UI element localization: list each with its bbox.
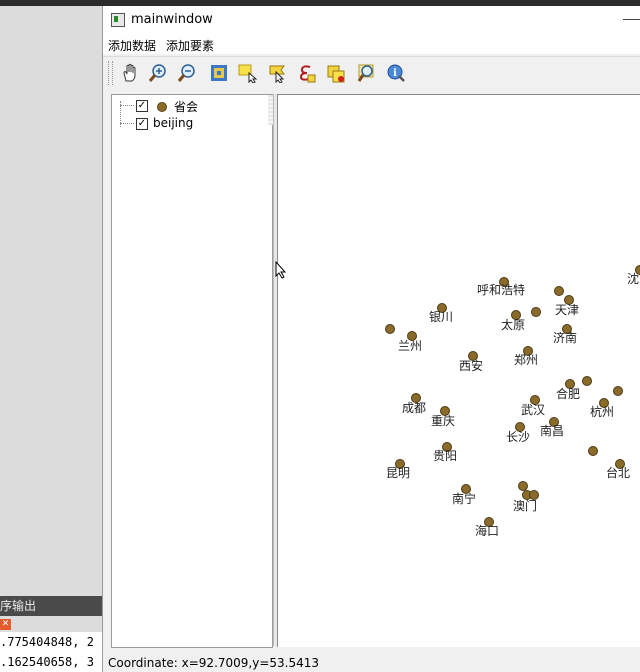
map-canvas[interactable]: 沈呼和浩特天津银川太原济南兰州郑州 西安合肥成都 武汉 杭州重庆南昌 长沙贵阳台北 昆明南… [277,94,640,647]
city-label: 济南 [553,331,578,345]
city-label: 沈 [627,272,640,286]
layer-tree-panel: ✓ 省会 ✓ beijing [111,94,278,648]
city-point[interactable] [385,324,395,334]
city-point[interactable] [613,386,623,396]
menu-add-feature[interactable]: 添加要素 [166,37,214,54]
city-label: 昆明 [386,466,411,480]
window-title: mainwindow [131,12,213,27]
city-label: 贵阳 [433,449,458,463]
city-label: 合肥 [556,387,581,401]
layer-visibility-checkbox[interactable]: ✓ [136,118,148,130]
city-label: 杭州 [590,405,615,419]
output-line: .162540658, 3 [0,655,94,669]
close-icon[interactable]: ✕ [0,619,11,630]
title-bar[interactable]: mainwindow [103,6,640,34]
select-icon[interactable] [236,61,260,85]
city-label: 重庆 [431,414,456,428]
layer-label: 省会 [174,100,199,114]
city-label: 南昌 [540,424,565,438]
city-label: 呼和浩特 [477,283,526,297]
city-label: 长沙 [506,430,531,444]
pan-icon[interactable] [118,61,142,85]
output-panel: .775404848, 2 .162540658, 3 [0,632,104,672]
city-label: 太原 [501,318,526,332]
city-label: 澳门 [513,499,538,513]
city-point[interactable] [588,446,598,456]
point-symbol-icon [157,102,167,112]
city-label: 海口 [475,524,500,538]
zoom-in-icon[interactable] [146,61,170,85]
city-label: 郑州 [514,353,539,367]
coordinate-readout: Coordinate: x=92.7009,y=53.5413 [108,656,320,670]
edit-vertex-icon[interactable] [294,61,318,85]
city-label: 兰州 [398,339,423,353]
main-window: mainwindow 添加数据 添加要素 i ✓ 省会 ✓ beijing 沈 … [102,6,640,672]
svg-text:i: i [393,68,397,79]
info-icon[interactable]: i [384,61,408,85]
city-label: 成都 [402,401,427,415]
mouse-cursor-icon [275,261,287,279]
app-icon [111,13,125,27]
zoom-out-icon[interactable] [175,61,199,85]
toolbar-grip[interactable] [108,61,113,85]
output-panel-title: 序输出 [0,596,104,616]
city-label: 台北 [606,466,631,480]
layer-label: beijing [153,116,194,130]
layer-visibility-checkbox[interactable]: ✓ [136,100,148,112]
toolbar: i [103,56,640,89]
output-line: .775404848, 2 [0,635,94,649]
city-point[interactable] [554,286,564,296]
status-bar: Coordinate: x=92.7009,y=53.5413 [103,654,640,672]
city-label: 西安 [459,359,484,373]
city-label: 银川 [429,310,454,324]
city-label: 天津 [555,303,580,317]
background-ide [0,0,104,672]
menu-bar: 添加数据 添加要素 [103,34,640,54]
city-point[interactable] [582,376,592,386]
layer-item-beijing[interactable]: ✓ beijing [112,115,272,133]
search-icon[interactable] [355,61,379,85]
full-extent-icon[interactable] [207,61,231,85]
city-label: 武汉 [521,403,546,417]
city-label: 南宁 [452,492,477,506]
menu-add-data[interactable]: 添加数据 [108,37,156,54]
identify-flag-icon[interactable] [266,61,290,85]
city-point[interactable] [531,307,541,317]
minimize-icon[interactable] [623,19,640,21]
layer-item-capitals[interactable]: ✓ 省会 [112,97,272,115]
add-feature-icon[interactable] [324,61,348,85]
